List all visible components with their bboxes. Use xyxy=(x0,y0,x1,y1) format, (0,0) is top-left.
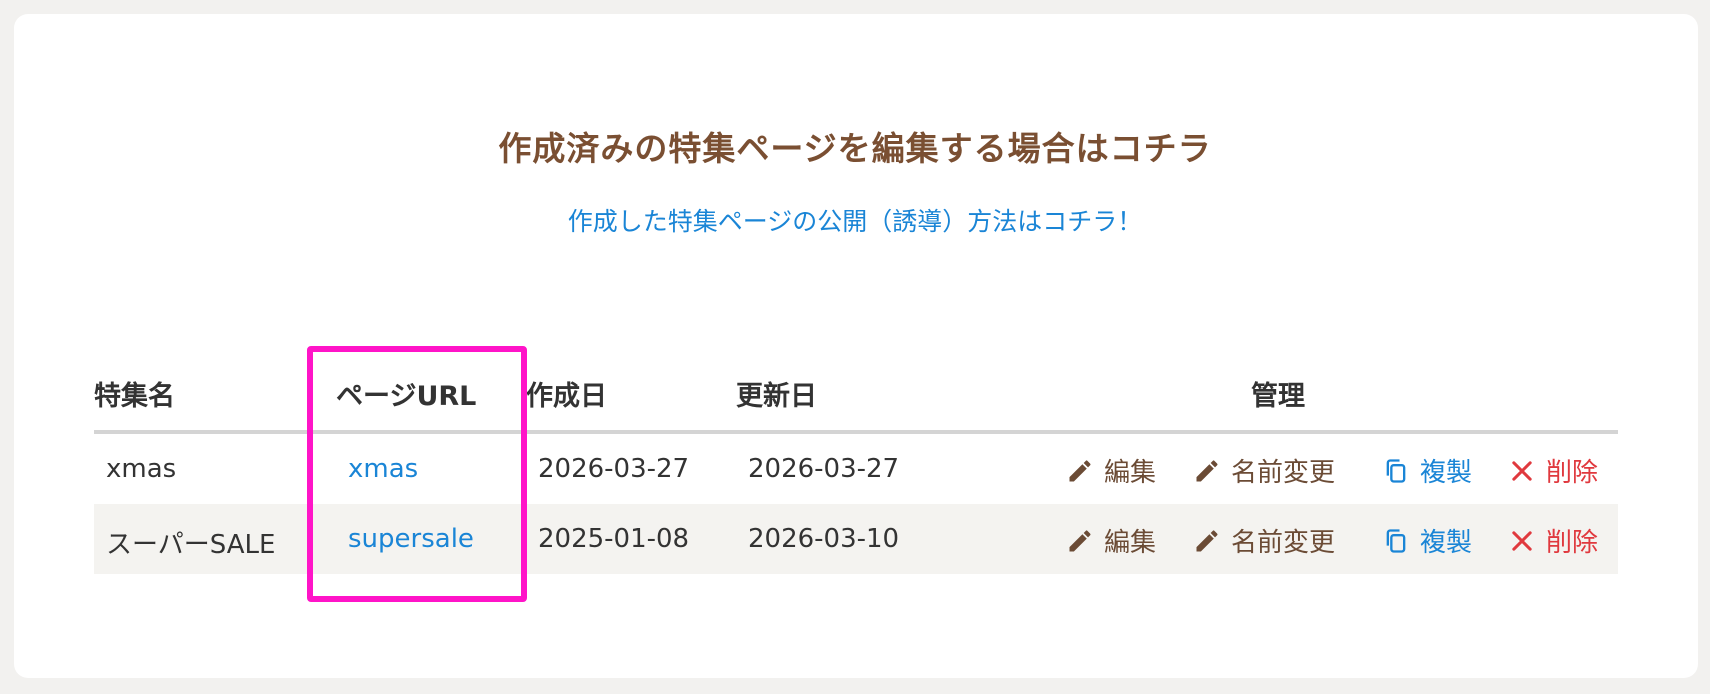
page-url-link[interactable]: xmas xyxy=(348,454,418,484)
column-header-manage: 管理 xyxy=(1251,381,1305,412)
page-url-link[interactable]: supersale xyxy=(348,524,474,554)
page-name: xmas xyxy=(106,454,177,484)
pencil-icon xyxy=(1196,529,1218,551)
edit-pages-card xyxy=(14,14,1698,678)
created-date: 2026-03-27 xyxy=(538,454,690,484)
edit-button[interactable]: 編集 xyxy=(1066,522,1156,559)
page-name: スーパーSALE xyxy=(106,530,276,560)
table-row: xmas xmas 2026-03-27 2026-03-27 編集 名前変更 … xyxy=(94,434,1618,504)
updated-date: 2026-03-27 xyxy=(748,454,900,484)
edit-label: 編集 xyxy=(1104,458,1157,488)
copy-label: 複製 xyxy=(1420,528,1473,558)
page-title: 作成済みの特集ページを編集する場合はコチラ xyxy=(498,129,1212,168)
rename-label: 名前変更 xyxy=(1231,458,1336,488)
edit-label: 編集 xyxy=(1104,528,1157,558)
copy-label: 複製 xyxy=(1420,458,1473,488)
publish-guide-link[interactable]: 作成した特集ページの公開（誘導）方法はコチラ！ xyxy=(0,202,1710,238)
copy-icon xyxy=(1386,528,1406,553)
pencil-icon xyxy=(1069,529,1091,551)
table-row: スーパーSALE supersale 2025-01-08 2026-03-10… xyxy=(94,504,1618,574)
close-icon xyxy=(1512,460,1532,481)
column-header-url: ページURL xyxy=(336,381,477,412)
edit-button[interactable]: 編集 xyxy=(1066,452,1156,489)
rename-button[interactable]: 名前変更 xyxy=(1193,522,1335,559)
special-pages-table: 特集名 ページURL 作成日 更新日 管理 xmas xmas 2026-03-… xyxy=(94,360,1618,574)
delete-label: 削除 xyxy=(1546,458,1599,488)
updated-date: 2026-03-10 xyxy=(748,524,900,554)
column-header-updated: 更新日 xyxy=(736,381,817,412)
column-header-name: 特集名 xyxy=(94,381,175,412)
created-date: 2025-01-08 xyxy=(538,524,690,554)
copy-button[interactable]: 複製 xyxy=(1382,452,1472,489)
delete-label: 削除 xyxy=(1546,528,1599,558)
delete-button[interactable]: 削除 xyxy=(1508,452,1598,489)
copy-icon xyxy=(1386,458,1406,483)
close-icon xyxy=(1512,530,1532,551)
column-header-created: 作成日 xyxy=(526,381,607,412)
rename-button[interactable]: 名前変更 xyxy=(1193,452,1335,489)
pencil-icon xyxy=(1069,459,1091,481)
delete-button[interactable]: 削除 xyxy=(1508,522,1598,559)
copy-button[interactable]: 複製 xyxy=(1382,522,1472,559)
pencil-icon xyxy=(1196,459,1218,481)
rename-label: 名前変更 xyxy=(1231,528,1336,558)
table-header: 特集名 ページURL 作成日 更新日 管理 xyxy=(94,360,1618,434)
